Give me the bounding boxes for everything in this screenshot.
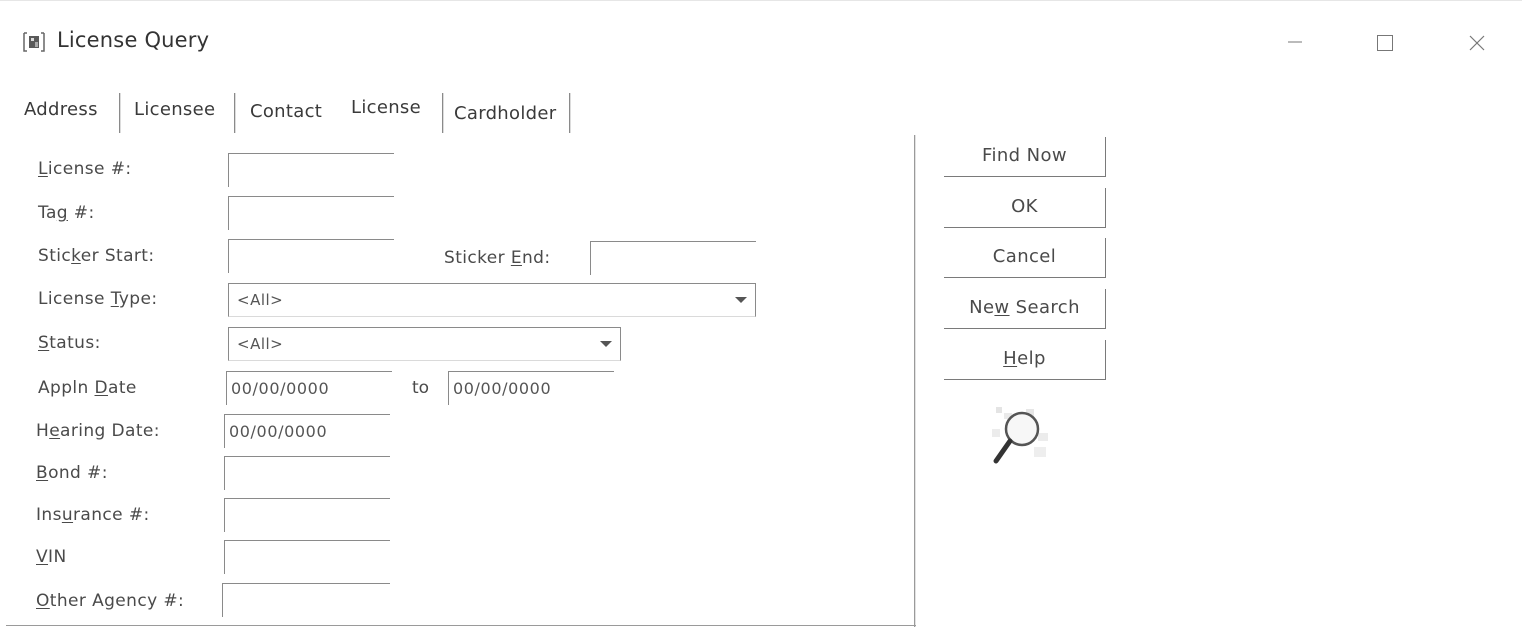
- other-agency-number-label: Other Agency #:: [36, 591, 185, 611]
- title-bar: License Query: [0, 1, 1522, 85]
- panel-border: [6, 625, 916, 627]
- tab-divider: [569, 93, 571, 133]
- button-label: Find Now: [982, 145, 1067, 166]
- chevron-down-icon[interactable]: [600, 341, 612, 347]
- tag-number-input[interactable]: [228, 196, 394, 230]
- tag-number-label: Tag #:: [38, 203, 95, 223]
- button-label: New Search: [969, 297, 1080, 318]
- find-now-button[interactable]: Find Now: [944, 137, 1106, 177]
- tab-cardholder[interactable]: Cardholder: [454, 103, 556, 124]
- vin-label: VIN: [36, 547, 67, 567]
- field-value: 00/00/0000: [453, 379, 552, 398]
- sticker-start-input[interactable]: [228, 239, 394, 273]
- license-query-window: License Query Address Licensee Contact L…: [0, 0, 1522, 630]
- license-type-select[interactable]: <All>: [228, 283, 756, 317]
- appln-date-to-input[interactable]: 00/00/0000: [448, 371, 614, 405]
- date-range-to-label: to: [412, 378, 430, 398]
- sticker-end-label: Sticker End:: [444, 248, 551, 268]
- tab-address[interactable]: Address: [24, 99, 98, 120]
- tab-contact[interactable]: Contact: [250, 101, 322, 122]
- maximize-icon[interactable]: [1362, 23, 1408, 63]
- tab-licensee[interactable]: Licensee: [134, 99, 215, 120]
- other-agency-number-input[interactable]: [222, 583, 390, 617]
- search-icon: [986, 403, 1056, 469]
- select-value: <All>: [237, 335, 284, 353]
- window-title: License Query: [57, 28, 210, 52]
- ok-button[interactable]: OK: [944, 188, 1106, 228]
- tab-license[interactable]: License: [351, 97, 421, 118]
- license-number-input[interactable]: [228, 153, 394, 187]
- bond-number-input[interactable]: [224, 456, 390, 490]
- status-select[interactable]: <All>: [228, 327, 621, 361]
- tab-divider: [119, 93, 121, 133]
- sticker-end-input[interactable]: [590, 241, 756, 275]
- field-value: 00/00/0000: [229, 422, 328, 441]
- label-text: icense #:: [47, 159, 132, 179]
- insurance-number-input[interactable]: [224, 498, 390, 532]
- app-icon: [22, 31, 46, 53]
- license-type-label: License Type:: [38, 289, 158, 309]
- appln-date-from-input[interactable]: 00/00/0000: [226, 371, 392, 405]
- button-label: Cancel: [992, 246, 1057, 267]
- new-search-button[interactable]: New Search: [944, 289, 1106, 329]
- status-label: Status:: [38, 333, 101, 353]
- button-label: OK: [1011, 196, 1038, 217]
- panel-border: [914, 135, 916, 627]
- license-number-label: License #:: [38, 159, 132, 179]
- select-value: <All>: [237, 291, 284, 309]
- hearing-date-label: Hearing Date:: [36, 421, 160, 441]
- button-label: Help: [1003, 348, 1046, 369]
- tab-divider: [442, 93, 444, 133]
- sticker-start-label: Sticker Start:: [38, 246, 155, 266]
- cancel-button[interactable]: Cancel: [944, 238, 1106, 278]
- chevron-down-icon[interactable]: [735, 297, 747, 303]
- tab-divider: [234, 93, 236, 133]
- minimize-icon[interactable]: [1272, 23, 1318, 63]
- hearing-date-input[interactable]: 00/00/0000: [224, 414, 390, 448]
- help-button[interactable]: Help: [944, 340, 1106, 380]
- appln-date-label: Appln Date: [38, 378, 137, 398]
- bond-number-label: Bond #:: [36, 463, 108, 483]
- close-icon[interactable]: [1454, 23, 1500, 63]
- insurance-number-label: Insurance #:: [36, 505, 150, 525]
- vin-input[interactable]: [224, 540, 390, 574]
- field-value: 00/00/0000: [231, 379, 330, 398]
